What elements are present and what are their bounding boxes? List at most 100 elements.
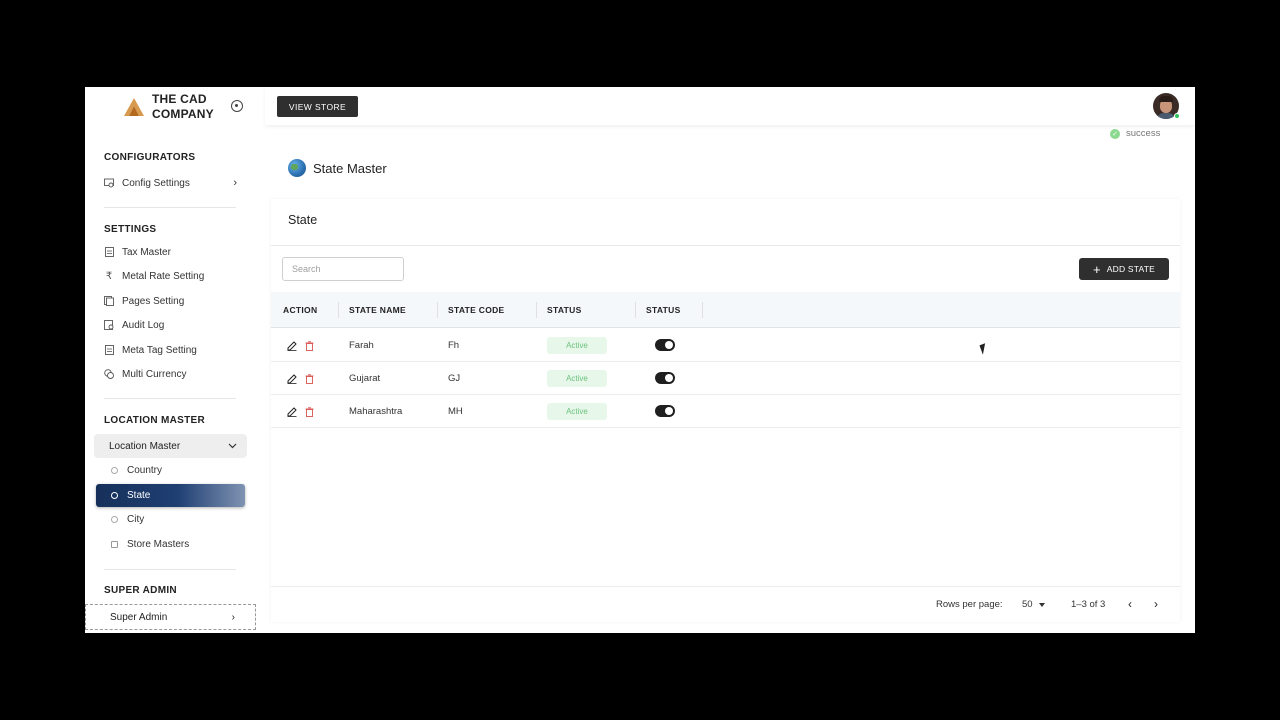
sidebar-item-super-admin[interactable]: Super Admin › [85, 604, 256, 630]
sidebar-collapse-icon[interactable] [231, 100, 243, 112]
sidebar-item-metal-rate-setting[interactable]: ₹ Metal Rate Setting [104, 265, 237, 287]
check-circle-icon: ✓ [1110, 128, 1120, 139]
table-row: Farah Fh Active [271, 329, 1180, 362]
column-separator [702, 302, 703, 318]
sidebar-item-label: State [127, 490, 151, 501]
sidebar-item-store-masters[interactable]: Store Masters [96, 533, 245, 556]
column-header-state-name[interactable]: STATE NAME [349, 292, 406, 328]
add-state-button[interactable]: + ADD STATE [1079, 258, 1169, 280]
sidebar-item-label: Country [127, 465, 163, 476]
status-badge: Active [547, 403, 607, 420]
online-status-dot [1174, 113, 1180, 119]
sidebar-item-pages-setting[interactable]: Pages Setting [104, 290, 237, 312]
edit-icon[interactable] [286, 406, 297, 417]
topbar: VIEW STORE [265, 87, 1195, 125]
column-separator [536, 302, 537, 318]
toast-text: success [1126, 128, 1161, 139]
caret-down-icon[interactable] [1039, 603, 1045, 607]
sidebar-item-label: Meta Tag Setting [122, 344, 197, 356]
column-separator [635, 302, 636, 318]
column-header-status-toggle[interactable]: STATUS [646, 292, 681, 328]
sidebar-item-label: Config Settings [122, 177, 190, 189]
brand-name-line2: COMPANY [152, 107, 214, 121]
status-toggle[interactable] [655, 405, 675, 417]
table-row: Gujarat GJ Active [271, 362, 1180, 395]
rows-per-page-select[interactable]: 50 [1022, 599, 1033, 610]
card-title: State [288, 213, 318, 227]
sidebar-item-meta-tag-setting[interactable]: Meta Tag Setting [104, 339, 237, 361]
section-title-super-admin: SUPER ADMIN [104, 585, 177, 596]
sidebar-item-label: Multi Currency [122, 368, 187, 380]
add-state-label: ADD STATE [1106, 264, 1156, 274]
section-title-configurators: CONFIGURATORS [104, 152, 196, 163]
column-separator [437, 302, 438, 318]
sidebar-item-label: Audit Log [122, 319, 165, 331]
sidebar-item-label: Store Masters [127, 539, 190, 550]
pages-icon [104, 296, 114, 306]
column-header-state-code[interactable]: STATE CODE [448, 292, 505, 328]
next-page-icon[interactable]: › [1149, 597, 1163, 611]
sidebar-item-tax-master[interactable]: Tax Master [104, 241, 237, 263]
divider [104, 398, 236, 399]
state-code-cell: MH [448, 406, 463, 417]
section-title-location-master: LOCATION MASTER [104, 415, 205, 426]
edit-icon[interactable] [286, 340, 297, 351]
brand-name-line1: THE CAD [152, 92, 207, 106]
sidebar-item-multi-currency[interactable]: Multi Currency [104, 363, 237, 385]
brand-name: THE CAD COMPANY [152, 92, 214, 122]
sidebar-item-label: Pages Setting [122, 295, 185, 307]
circle-bullet-icon [111, 467, 118, 474]
divider [104, 207, 236, 208]
circle-bullet-icon [111, 516, 118, 523]
sidebar-item-city[interactable]: City [96, 508, 245, 531]
divider [271, 245, 1180, 246]
column-header-status[interactable]: STATUS [547, 292, 582, 328]
document-icon [104, 247, 114, 257]
avatar-shirt [1156, 113, 1176, 119]
divider [104, 569, 236, 570]
location-master-group-label: Location Master [109, 440, 181, 452]
state-name-cell: Farah [349, 340, 374, 351]
chevron-right-icon: › [231, 611, 235, 623]
view-store-button[interactable]: VIEW STORE [277, 96, 358, 117]
sidebar: THE CAD COMPANY CONFIGURATORS Config Set… [85, 87, 265, 633]
store-icon [111, 541, 118, 548]
brand-logo-icon [124, 98, 144, 116]
chevron-down-icon [228, 441, 237, 452]
status-badge: Active [547, 370, 607, 387]
search-input[interactable] [282, 257, 404, 281]
column-header-action[interactable]: ACTION [283, 292, 317, 328]
brand[interactable]: THE CAD COMPANY [123, 92, 214, 122]
location-master-group[interactable]: Location Master [94, 434, 247, 458]
avatar-hair [1159, 96, 1173, 102]
app-window: THE CAD COMPANY CONFIGURATORS Config Set… [85, 87, 1195, 633]
sidebar-item-label: Tax Master [122, 246, 171, 258]
sidebar-item-config-settings[interactable]: Config Settings › [104, 172, 237, 194]
pagination-range: 1–3 of 3 [1071, 599, 1106, 610]
chevron-right-icon: › [233, 177, 237, 189]
state-name-cell: Maharashtra [349, 406, 403, 417]
status-toggle[interactable] [655, 339, 675, 351]
page-header: State Master [288, 159, 387, 177]
status-badge: Active [547, 337, 607, 354]
sidebar-item-state[interactable]: State [96, 484, 245, 507]
success-toast: ✓ success [1110, 128, 1160, 139]
document-icon [104, 345, 114, 355]
edit-icon[interactable] [286, 373, 297, 384]
currency-icon [104, 369, 114, 379]
delete-icon[interactable] [304, 373, 315, 384]
previous-page-icon[interactable]: ‹ [1123, 597, 1137, 611]
section-title-settings: SETTINGS [104, 224, 157, 235]
settings-screen-icon [104, 178, 114, 188]
plus-icon: + [1092, 261, 1101, 277]
delete-icon[interactable] [304, 340, 315, 351]
delete-icon[interactable] [304, 406, 315, 417]
sidebar-item-audit-log[interactable]: Audit Log [104, 314, 237, 336]
sidebar-item-label: Metal Rate Setting [122, 270, 205, 282]
circle-bullet-icon [111, 492, 118, 499]
sidebar-item-country[interactable]: Country [96, 459, 245, 482]
state-code-cell: Fh [448, 340, 460, 351]
status-toggle[interactable] [655, 372, 675, 384]
state-card: State + ADD STATE ACTION STATE NAME STAT… [271, 199, 1180, 622]
rupee-icon: ₹ [105, 270, 113, 282]
